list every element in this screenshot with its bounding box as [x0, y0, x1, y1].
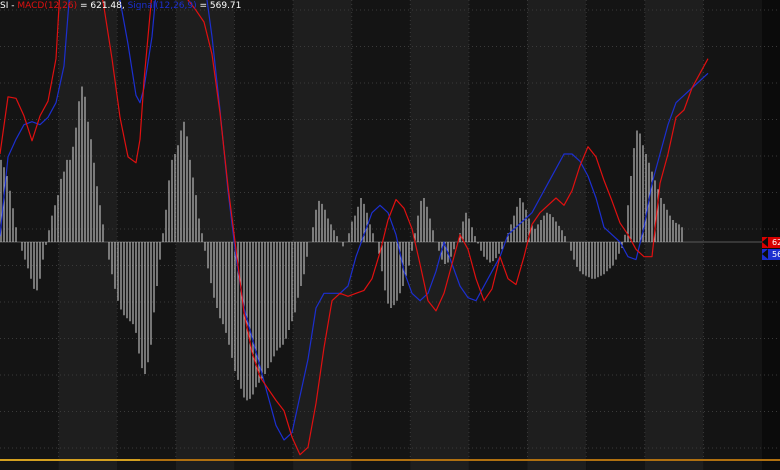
- background-band: [468, 0, 528, 470]
- legend-signal-value: = 569.71: [196, 1, 242, 11]
- background-band: [175, 0, 235, 470]
- legend-prefix: SI -: [0, 1, 18, 11]
- bottom-strip-tail: [140, 459, 780, 461]
- background-band: [0, 0, 59, 470]
- background-bands: [0, 0, 780, 470]
- background-band: [351, 0, 411, 470]
- background-band: [527, 0, 587, 470]
- background-band: [703, 0, 763, 470]
- legend-macd-value: = 621.48,: [77, 1, 125, 11]
- legend-signal-label: Signal(12,26,9): [124, 1, 197, 11]
- indicator-legend: SI - MACD(12,26) = 621.48, Signal(12,26,…: [0, 1, 241, 11]
- macd-value-tag: 621: [762, 237, 780, 248]
- bottom-strip: [0, 459, 140, 461]
- background-band: [586, 0, 645, 470]
- price-axis-area: [762, 0, 780, 470]
- signal-value-tag: 569: [762, 249, 780, 260]
- macd-chart: [0, 0, 780, 470]
- legend-macd-label: MACD(12,26): [17, 1, 78, 11]
- background-band: [234, 0, 294, 470]
- background-band: [644, 0, 704, 470]
